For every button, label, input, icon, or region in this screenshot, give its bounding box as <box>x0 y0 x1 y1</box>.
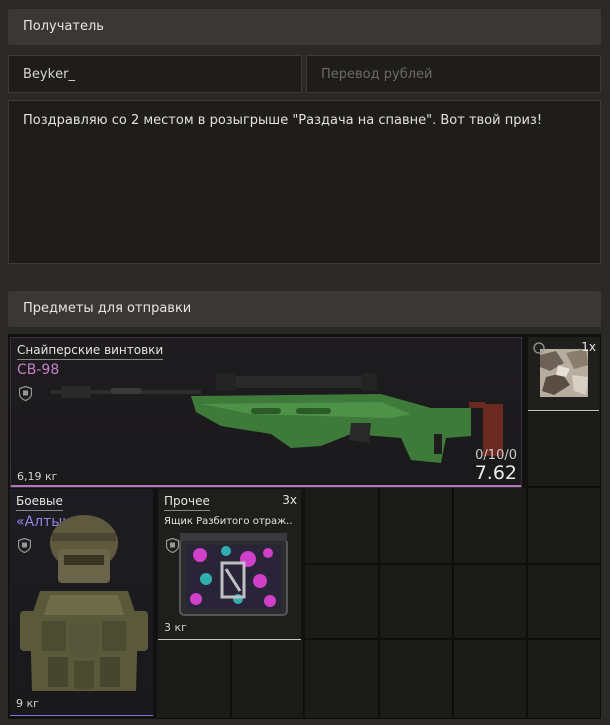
items-section-header: Предметы для отправки <box>8 291 601 327</box>
grid-cell[interactable] <box>454 488 527 564</box>
recipient-section-title: Получатель <box>23 19 104 34</box>
grid-cell[interactable] <box>157 640 231 719</box>
item-camo[interactable]: 1x <box>528 337 599 411</box>
grid-cell[interactable] <box>305 565 379 639</box>
grid-cell[interactable] <box>528 488 601 564</box>
item-crate[interactable]: Прочее 3x Ящик Разбитого отраж.. 3 кг <box>158 489 301 640</box>
item-category: Боевые <box>16 494 63 511</box>
transfer-rubles-input[interactable] <box>321 56 600 92</box>
item-name: Ящик Разбитого отраж.. <box>164 516 293 527</box>
rarity-bar <box>528 410 599 411</box>
rarity-bar <box>11 485 521 487</box>
rarity-bar <box>10 715 153 716</box>
recipient-input[interactable] <box>23 56 301 92</box>
items-section-title: Предметы для отправки <box>23 301 192 316</box>
grid-cell[interactable] <box>528 412 601 487</box>
grid-cell[interactable] <box>454 565 527 639</box>
grid-cell[interactable] <box>454 640 527 719</box>
grid-cell[interactable] <box>380 565 453 639</box>
grid-cell[interactable] <box>232 640 304 719</box>
item-count: 3x <box>282 493 297 507</box>
grid-cell[interactable] <box>528 565 601 639</box>
rifle-image <box>51 373 503 463</box>
grid-cell[interactable] <box>305 640 379 719</box>
shield-icon <box>19 386 32 401</box>
grid-cell[interactable] <box>380 488 453 564</box>
item-weight: 9 кг <box>16 697 39 710</box>
message-text: Поздравляю со 2 местом в розыгрыше "Разд… <box>23 113 543 128</box>
grid-cell[interactable] <box>380 640 453 719</box>
item-weight: 3 кг <box>164 621 187 634</box>
grid-cell[interactable] <box>528 640 601 719</box>
message-textarea[interactable]: Поздравляю со 2 местом в розыгрыше "Разд… <box>8 100 601 264</box>
grid-cell[interactable] <box>305 488 379 564</box>
rarity-bar <box>158 639 301 640</box>
item-weight: 6,19 кг <box>17 470 58 483</box>
transfer-field[interactable] <box>306 55 601 93</box>
ring-icon <box>533 342 545 354</box>
item-category: Прочее <box>164 494 210 511</box>
recipient-section-header: Получатель <box>8 9 601 45</box>
armor-image <box>20 515 148 691</box>
crate-image <box>179 533 288 616</box>
item-durability: 0/10/0 <box>475 448 517 463</box>
item-category: Снайперские винтовки <box>17 343 164 360</box>
item-count: 1x <box>581 340 596 354</box>
item-armor[interactable]: Боевые «Алтын» 9 кг <box>10 489 153 716</box>
item-sniper-rifle[interactable]: Снайперские винтовки СВ-98 6,19 кг 0/10/… <box>10 337 522 488</box>
recipient-field[interactable] <box>8 55 302 93</box>
item-caliber: 7.62 <box>474 462 517 484</box>
